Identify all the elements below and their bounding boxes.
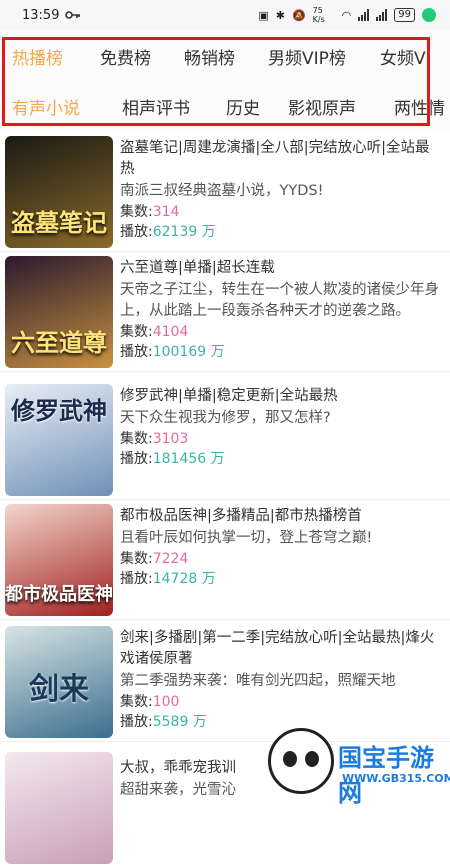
list-item[interactable]: 修罗武神 修罗武神|单播|稳定更新|全站最热 天下众生视我为修罗，那又怎样? 集…	[0, 380, 450, 500]
episodes-label: 集数:	[120, 324, 153, 340]
signal-icon-2	[376, 9, 388, 21]
tab-male-vip[interactable]: 男频VIP榜	[268, 44, 380, 69]
book-cover[interactable]: 盗墓笔记	[5, 136, 113, 248]
clock: 13:59	[22, 7, 60, 23]
tab-hot[interactable]: 热播榜	[12, 44, 100, 69]
book-description: 南派三叔经典盗墓小说，YYDS!	[120, 183, 324, 199]
plays-label: 播放:	[120, 714, 153, 730]
plays-label: 播放:	[120, 224, 153, 240]
book-title: 剑来|多播剧|第一二季|完结放心听|全站最热|烽火戏诸侯原著	[120, 630, 435, 667]
cover-title: 修罗武神	[11, 396, 107, 425]
status-bar: 13:59 ▣ ✱ 🔕 75 K/s ◠ 99	[0, 0, 450, 30]
watermark: 国宝手游网 WWW.GB315.COM	[268, 728, 450, 807]
episode-count: 314	[152, 204, 180, 220]
play-count: 100169 万	[152, 344, 225, 360]
battery-indicator: 99	[394, 8, 415, 22]
key-icon	[65, 10, 81, 20]
list-item[interactable]: 盗墓笔记 盗墓笔记|周建龙演播|全八部|完结放心听|全站最热 南派三叔经典盗墓小…	[0, 132, 450, 252]
episodes-label: 集数:	[120, 204, 153, 220]
book-description: 第二季强势来袭：唯有剑光四起，照耀天地	[120, 673, 396, 689]
book-description: 天下众生视我为修罗，那又怎样?	[120, 410, 331, 426]
episodes-label: 集数:	[120, 551, 153, 567]
book-cover[interactable]: 六至道尊	[5, 256, 113, 368]
nfc-icon: ▣	[258, 8, 269, 22]
genre-tabs: 有声小说 相声评书 历史 影视原声 两性情	[0, 94, 445, 119]
cover-title: 六至道尊	[11, 328, 107, 357]
book-cover[interactable]	[5, 752, 113, 864]
episode-count: 100	[152, 694, 180, 710]
book-cover[interactable]: 剑来	[5, 626, 113, 738]
leaf-icon	[422, 8, 436, 22]
play-count: 62139 万	[152, 224, 216, 240]
book-title: 盗墓笔记|周建龙演播|全八部|完结放心听|全站最热	[120, 140, 430, 177]
bluetooth-icon: ✱	[275, 8, 285, 22]
tab-crosstalk[interactable]: 相声评书	[122, 94, 226, 119]
episodes-label: 集数:	[120, 694, 153, 710]
tab-female-vip[interactable]: 女频VI	[380, 44, 431, 69]
episode-count: 3103	[152, 431, 189, 447]
book-cover[interactable]: 修罗武神	[5, 384, 113, 496]
wifi-icon: ◠	[341, 8, 352, 22]
panda-logo-icon	[268, 728, 334, 794]
book-cover[interactable]: 都市极品医神	[5, 504, 113, 616]
book-title: 都市极品医神|多播精品|都市热播榜首	[120, 508, 362, 524]
book-title: 修罗武神|单播|稳定更新|全站最热	[120, 388, 338, 404]
book-title: 六至道尊|单播|超长连载	[120, 260, 275, 276]
tab-audio-novel[interactable]: 有声小说	[12, 94, 122, 119]
plays-label: 播放:	[120, 344, 153, 360]
tab-relationship[interactable]: 两性情	[394, 94, 445, 119]
cover-title: 盗墓笔记	[11, 208, 107, 237]
tab-bestselling[interactable]: 畅销榜	[184, 44, 268, 69]
watermark-url: WWW.GB315.COM	[342, 772, 450, 785]
play-count: 181456 万	[152, 451, 225, 467]
cover-title: 剑来	[29, 672, 89, 707]
cover-title: 都市极品医神	[5, 584, 113, 605]
tab-free[interactable]: 免费榜	[100, 44, 184, 69]
episode-count: 4104	[152, 324, 189, 340]
signal-icon	[358, 9, 370, 21]
episode-count: 7224	[152, 551, 189, 567]
list-item[interactable]: 六至道尊 六至道尊|单播|超长连载 天帝之子江尘，转生在一个被人欺凌的诸侯少年身…	[0, 252, 450, 372]
tab-history[interactable]: 历史	[226, 94, 288, 119]
plays-label: 播放:	[120, 451, 153, 467]
net-speed: 75 K/s	[312, 6, 325, 24]
book-description: 且看叶辰如何执掌一切，登上苍穹之巅!	[120, 530, 373, 546]
list-item[interactable]: 都市极品医神 都市极品医神|多播精品|都市热播榜首 且看叶辰如何执掌一切，登上苍…	[0, 500, 450, 620]
tab-film-soundtrack[interactable]: 影视原声	[288, 94, 394, 119]
episodes-label: 集数:	[120, 431, 153, 447]
play-count: 5589 万	[152, 714, 207, 730]
play-count: 14728 万	[152, 571, 216, 587]
ranking-tabs: 热播榜 免费榜 畅销榜 男频VIP榜 女频VI	[0, 44, 431, 69]
plays-label: 播放:	[120, 571, 153, 587]
list-item[interactable]: 剑来 剑来|多播剧|第一二季|完结放心听|全站最热|烽火戏诸侯原著 第二季强势来…	[0, 622, 450, 742]
mute-icon: 🔕	[291, 8, 306, 22]
book-description: 天帝之子江尘，转生在一个被人欺凌的诸侯少年身上，从此踏上一段轰杀各种天才的逆袭之…	[120, 282, 439, 319]
category-tabs: 热播榜 免费榜 畅销榜 男频VIP榜 女频VI 有声小说 相声评书 历史 影视原…	[0, 30, 450, 132]
